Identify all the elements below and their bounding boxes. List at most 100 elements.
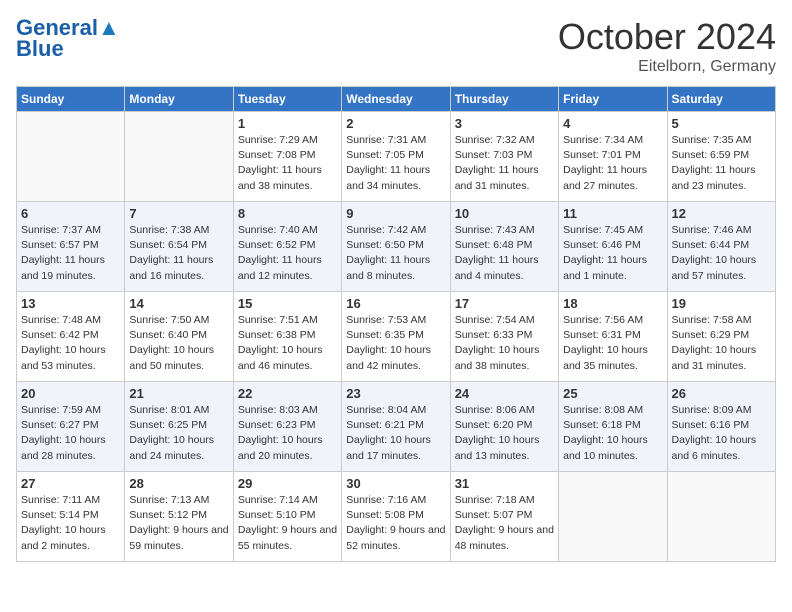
day-info: Sunrise: 7:11 AMSunset: 5:14 PMDaylight:… xyxy=(21,493,120,554)
day-number: 13 xyxy=(21,296,120,311)
calendar-day-cell: 21Sunrise: 8:01 AMSunset: 6:25 PMDayligh… xyxy=(125,382,233,472)
day-number: 29 xyxy=(238,476,337,491)
weekday-header-monday: Monday xyxy=(125,87,233,112)
calendar-day-cell: 3 Sunrise: 7:32 AMSunset: 7:03 PMDaylight… xyxy=(450,112,558,202)
calendar-day-cell: 31 Sunrise: 7:18 AMSunset: 5:07 PMDayligh… xyxy=(450,472,558,562)
weekday-header-wednesday: Wednesday xyxy=(342,87,450,112)
day-info: Sunrise: 8:06 AMSunset: 6:20 PMDaylight:… xyxy=(455,403,554,464)
calendar-day-cell: 15 Sunrise: 7:51 AMSunset: 6:38 PMDayligh… xyxy=(233,292,341,382)
day-info: Sunrise: 7:50 AMSunset: 6:40 PMDaylight:… xyxy=(129,313,228,374)
calendar-day-cell: 26 Sunrise: 8:09 AMSunset: 6:16 PMDayligh… xyxy=(667,382,775,472)
calendar-day-cell xyxy=(559,472,667,562)
day-info: Sunrise: 7:48 AMSunset: 6:42 PMDaylight:… xyxy=(21,313,120,374)
calendar-day-cell: 29 Sunrise: 7:14 AMSunset: 5:10 PMDayligh… xyxy=(233,472,341,562)
calendar-day-cell: 6Sunrise: 7:37 AMSunset: 6:57 PMDaylight… xyxy=(17,202,125,292)
day-number: 5 xyxy=(672,116,771,131)
day-number: 25 xyxy=(563,386,662,401)
calendar-day-cell: 13 Sunrise: 7:48 AMSunset: 6:42 PMDayligh… xyxy=(17,292,125,382)
day-number: 31 xyxy=(455,476,554,491)
calendar-day-cell: 8Sunrise: 7:40 AMSunset: 6:52 PMDaylight… xyxy=(233,202,341,292)
day-info: Sunrise: 8:09 AMSunset: 6:16 PMDaylight:… xyxy=(672,403,771,464)
weekday-header-sunday: Sunday xyxy=(17,87,125,112)
day-number: 22 xyxy=(238,386,337,401)
day-number: 11 xyxy=(563,206,662,221)
calendar-day-cell: 9 Sunrise: 7:42 AMSunset: 6:50 PMDaylight… xyxy=(342,202,450,292)
calendar-day-cell: 25 Sunrise: 8:08 AMSunset: 6:18 PMDayligh… xyxy=(559,382,667,472)
day-number: 12 xyxy=(672,206,771,221)
day-number: 2 xyxy=(346,116,445,131)
day-info: Sunrise: 7:46 AMSunset: 6:44 PMDaylight:… xyxy=(672,223,771,284)
calendar-day-cell: 17 Sunrise: 7:54 AMSunset: 6:33 PMDayligh… xyxy=(450,292,558,382)
day-number: 15 xyxy=(238,296,337,311)
weekday-header-row: SundayMondayTuesdayWednesdayThursdayFrid… xyxy=(17,87,776,112)
day-info: Sunrise: 7:38 AMSunset: 6:54 PMDaylight:… xyxy=(129,223,228,284)
day-number: 9 xyxy=(346,206,445,221)
calendar-day-cell: 22 Sunrise: 8:03 AMSunset: 6:23 PMDayligh… xyxy=(233,382,341,472)
day-number: 27 xyxy=(21,476,120,491)
calendar-week-row: 27 Sunrise: 7:11 AMSunset: 5:14 PMDayligh… xyxy=(17,472,776,562)
logo-blue: Blue xyxy=(16,36,64,62)
day-info: Sunrise: 8:03 AMSunset: 6:23 PMDaylight:… xyxy=(238,403,337,464)
day-info: Sunrise: 7:37 AMSunset: 6:57 PMDaylight:… xyxy=(21,223,120,284)
calendar-day-cell xyxy=(667,472,775,562)
calendar-day-cell: 16Sunrise: 7:53 AMSunset: 6:35 PMDayligh… xyxy=(342,292,450,382)
day-number: 8 xyxy=(238,206,337,221)
day-number: 14 xyxy=(129,296,228,311)
calendar-day-cell: 14 Sunrise: 7:50 AMSunset: 6:40 PMDayligh… xyxy=(125,292,233,382)
day-info: Sunrise: 7:54 AMSunset: 6:33 PMDaylight:… xyxy=(455,313,554,374)
day-info: Sunrise: 7:59 AMSunset: 6:27 PMDaylight:… xyxy=(21,403,120,464)
day-info: Sunrise: 7:13 AMSunset: 5:12 PMDaylight:… xyxy=(129,493,228,554)
day-number: 24 xyxy=(455,386,554,401)
calendar-day-cell: 27 Sunrise: 7:11 AMSunset: 5:14 PMDayligh… xyxy=(17,472,125,562)
day-info: Sunrise: 8:01 AMSunset: 6:25 PMDaylight:… xyxy=(129,403,228,464)
day-number: 16 xyxy=(346,296,445,311)
calendar-day-cell: 5 Sunrise: 7:35 AMSunset: 6:59 PMDaylight… xyxy=(667,112,775,202)
day-info: Sunrise: 7:45 AMSunset: 6:46 PMDaylight:… xyxy=(563,223,662,284)
calendar-day-cell: 12 Sunrise: 7:46 AMSunset: 6:44 PMDayligh… xyxy=(667,202,775,292)
weekday-header-thursday: Thursday xyxy=(450,87,558,112)
calendar-day-cell: 11 Sunrise: 7:45 AMSunset: 6:46 PMDayligh… xyxy=(559,202,667,292)
day-info: Sunrise: 7:16 AMSunset: 5:08 PMDaylight:… xyxy=(346,493,445,554)
calendar-day-cell: 28 Sunrise: 7:13 AMSunset: 5:12 PMDayligh… xyxy=(125,472,233,562)
day-number: 23 xyxy=(346,386,445,401)
calendar-day-cell: 24 Sunrise: 8:06 AMSunset: 6:20 PMDayligh… xyxy=(450,382,558,472)
day-number: 3 xyxy=(455,116,554,131)
location-title: Eitelborn, Germany xyxy=(558,58,776,76)
day-info: Sunrise: 7:56 AMSunset: 6:31 PMDaylight:… xyxy=(563,313,662,374)
day-info: Sunrise: 7:43 AMSunset: 6:48 PMDaylight:… xyxy=(455,223,554,284)
page-header: General▲ Blue October 2024 Eitelborn, Ge… xyxy=(16,16,776,76)
day-number: 26 xyxy=(672,386,771,401)
calendar-week-row: 13 Sunrise: 7:48 AMSunset: 6:42 PMDayligh… xyxy=(17,292,776,382)
day-info: Sunrise: 7:18 AMSunset: 5:07 PMDaylight:… xyxy=(455,493,554,554)
day-info: Sunrise: 8:08 AMSunset: 6:18 PMDaylight:… xyxy=(563,403,662,464)
day-number: 30 xyxy=(346,476,445,491)
calendar-day-cell xyxy=(17,112,125,202)
day-info: Sunrise: 7:35 AMSunset: 6:59 PMDaylight:… xyxy=(672,133,771,194)
day-info: Sunrise: 8:04 AMSunset: 6:21 PMDaylight:… xyxy=(346,403,445,464)
day-info: Sunrise: 7:31 AMSunset: 7:05 PMDaylight:… xyxy=(346,133,445,194)
day-info: Sunrise: 7:58 AMSunset: 6:29 PMDaylight:… xyxy=(672,313,771,374)
calendar-day-cell: 4 Sunrise: 7:34 AMSunset: 7:01 PMDaylight… xyxy=(559,112,667,202)
day-number: 19 xyxy=(672,296,771,311)
day-number: 18 xyxy=(563,296,662,311)
weekday-header-friday: Friday xyxy=(559,87,667,112)
calendar-day-cell: 1Sunrise: 7:29 AMSunset: 7:08 PMDaylight… xyxy=(233,112,341,202)
day-number: 10 xyxy=(455,206,554,221)
calendar-week-row: 1Sunrise: 7:29 AMSunset: 7:08 PMDaylight… xyxy=(17,112,776,202)
logo: General▲ Blue xyxy=(16,16,120,62)
day-info: Sunrise: 7:34 AMSunset: 7:01 PMDaylight:… xyxy=(563,133,662,194)
calendar-day-cell: 20Sunrise: 7:59 AMSunset: 6:27 PMDayligh… xyxy=(17,382,125,472)
day-info: Sunrise: 7:32 AMSunset: 7:03 PMDaylight:… xyxy=(455,133,554,194)
day-number: 17 xyxy=(455,296,554,311)
day-info: Sunrise: 7:51 AMSunset: 6:38 PMDaylight:… xyxy=(238,313,337,374)
calendar-week-row: 6Sunrise: 7:37 AMSunset: 6:57 PMDaylight… xyxy=(17,202,776,292)
calendar-day-cell: 10 Sunrise: 7:43 AMSunset: 6:48 PMDayligh… xyxy=(450,202,558,292)
calendar-day-cell: 2 Sunrise: 7:31 AMSunset: 7:05 PMDaylight… xyxy=(342,112,450,202)
day-number: 4 xyxy=(563,116,662,131)
day-number: 28 xyxy=(129,476,228,491)
calendar-day-cell: 30 Sunrise: 7:16 AMSunset: 5:08 PMDayligh… xyxy=(342,472,450,562)
calendar-week-row: 20Sunrise: 7:59 AMSunset: 6:27 PMDayligh… xyxy=(17,382,776,472)
day-info: Sunrise: 7:14 AMSunset: 5:10 PMDaylight:… xyxy=(238,493,337,554)
day-info: Sunrise: 7:42 AMSunset: 6:50 PMDaylight:… xyxy=(346,223,445,284)
calendar-day-cell: 23 Sunrise: 8:04 AMSunset: 6:21 PMDayligh… xyxy=(342,382,450,472)
